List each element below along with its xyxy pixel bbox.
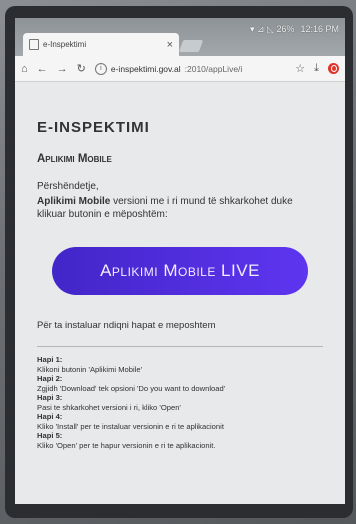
step-title: Hapi 5: bbox=[37, 431, 63, 440]
home-icon[interactable]: ⌂ bbox=[21, 63, 28, 75]
tab-strip: ▾ ⊿ ◺ 26% 12:16 PM e-Inspektimi × bbox=[15, 18, 345, 56]
page-icon bbox=[29, 39, 39, 50]
opera-icon[interactable] bbox=[328, 63, 339, 74]
forward-icon[interactable]: → bbox=[57, 63, 68, 75]
tab-title: e-Inspektimi bbox=[43, 40, 87, 49]
step-3: Hapi 3: Pasi te shkarkohet versioni i ri,… bbox=[37, 393, 323, 412]
step-title: Hapi 2: bbox=[37, 374, 63, 383]
new-tab-button[interactable] bbox=[178, 40, 204, 52]
step-text: Zgjidh 'Download' tek opsioni 'Do you wa… bbox=[37, 383, 226, 393]
step-2: Hapi 2: Zgjidh 'Download' tek opsioni 'Do… bbox=[37, 374, 323, 393]
step-title: Hapi 4: bbox=[37, 412, 63, 421]
reload-icon[interactable]: ↻ bbox=[77, 62, 86, 75]
tablet-device: ▾ ⊿ ◺ 26% 12:16 PM e-Inspektimi × ⌂ ← → … bbox=[5, 6, 353, 518]
steps-list: Hapi 1: Klikoni butonin 'Aplikimi Mobile'… bbox=[37, 355, 323, 450]
step-text: Kliko 'Install' per te instaluar version… bbox=[37, 421, 224, 431]
info-icon[interactable]: i bbox=[94, 62, 107, 75]
step-1: Hapi 1: Klikoni butonin 'Aplikimi Mobile' bbox=[37, 355, 323, 374]
step-4: Hapi 4: Kliko 'Install' per te instaluar … bbox=[37, 412, 323, 431]
description-text: Aplikimi Mobile versioni me i ri mund të… bbox=[37, 195, 323, 221]
step-text: Kliko 'Open' per te hapur versionin e ri… bbox=[37, 440, 216, 450]
install-instructions: Për ta instaluar ndiqni hapat e meposhte… bbox=[37, 320, 216, 331]
step-text: Pasi te shkarkohet versioni i ri, kliko … bbox=[37, 402, 181, 412]
step-title: Hapi 1: bbox=[37, 355, 63, 364]
status-bar: ▾ ⊿ ◺ 26% 12:16 PM bbox=[250, 22, 339, 36]
browser-toolbar: ⌂ ← → ↻ i e-inspektimi.gov.al:2010/appLi… bbox=[15, 56, 345, 82]
aplikimi-mobile-live-button[interactable]: Aplikimi Mobile LIVE bbox=[52, 247, 308, 295]
page-content: E-INSPEKTIMI Aplikimi Mobile Përshëndetj… bbox=[15, 83, 345, 504]
greeting-text: Përshëndetje, bbox=[37, 181, 99, 192]
tablet-screen: ▾ ⊿ ◺ 26% 12:16 PM e-Inspektimi × ⌂ ← → … bbox=[15, 18, 345, 504]
step-text: Klikoni butonin 'Aplikimi Mobile' bbox=[37, 364, 143, 374]
status-indicators: ▾ ⊿ ◺ 26% bbox=[249, 23, 295, 34]
address-bar[interactable]: i e-inspektimi.gov.al:2010/appLive/i bbox=[94, 62, 286, 75]
description-bold: Aplikimi Mobile bbox=[37, 196, 111, 207]
status-time: 12:16 PM bbox=[300, 24, 339, 34]
download-icon[interactable]: ⤓ bbox=[314, 62, 319, 75]
step-title: Hapi 3: bbox=[37, 393, 63, 402]
tab-e-inspektimi[interactable]: e-Inspektimi × bbox=[23, 33, 179, 56]
star-icon[interactable]: ☆ bbox=[295, 62, 305, 75]
back-icon[interactable]: ← bbox=[37, 63, 48, 75]
brand-title: E-INSPEKTIMI bbox=[37, 119, 150, 136]
page-heading: Aplikimi Mobile bbox=[37, 153, 112, 165]
close-icon[interactable]: × bbox=[167, 39, 173, 51]
step-5: Hapi 5: Kliko 'Open' per te hapur version… bbox=[37, 431, 323, 450]
url-host: e-inspektimi.gov.al bbox=[110, 63, 181, 74]
url-path: :2010/appLive/i bbox=[184, 63, 243, 74]
divider bbox=[37, 346, 323, 347]
